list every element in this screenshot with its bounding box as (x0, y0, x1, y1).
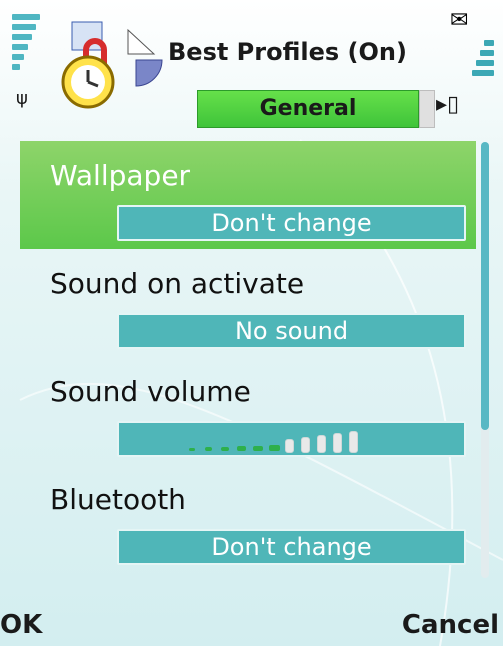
volume-level-dot (237, 446, 246, 451)
setting-bluetooth[interactable]: Bluetooth Don't change (20, 465, 476, 573)
antenna-icon: ψ (16, 88, 28, 109)
signal-strength-icon (12, 14, 44, 74)
setting-value: Don't change (211, 533, 372, 561)
profile-tab-active[interactable]: General (197, 90, 419, 128)
app-title: Best Profiles (On) (168, 38, 407, 66)
volume-empty-bar (301, 437, 310, 453)
setting-label: Sound on activate (50, 267, 305, 300)
setting-value-box[interactable]: Don't change (117, 529, 466, 565)
tab-right-arrow-icon[interactable]: ▸▯ (436, 92, 459, 117)
scrollbar-thumb[interactable] (481, 142, 489, 430)
volume-empty-bar (349, 431, 358, 453)
volume-empty-bar (285, 439, 294, 453)
volume-level-dot (221, 447, 229, 451)
setting-label: Sound volume (50, 375, 251, 408)
settings-list: Wallpaper Don't change Sound on activate… (20, 141, 476, 573)
volume-level-dot (253, 446, 263, 451)
setting-sound-on-activate[interactable]: Sound on activate No sound (20, 249, 476, 357)
setting-sound-volume[interactable]: Sound volume (20, 357, 476, 465)
best-profiles-clock-icon (61, 21, 163, 109)
softkey-bar: OK Cancel (0, 610, 503, 646)
envelope-icon: ✉ (450, 8, 469, 33)
cancel-softkey[interactable]: Cancel (402, 610, 499, 640)
volume-level-dot (269, 445, 280, 451)
profile-tab-label: General (259, 96, 357, 121)
volume-level-dot (189, 448, 195, 451)
setting-label: Wallpaper (50, 159, 191, 192)
next-tab-edge[interactable] (419, 90, 435, 128)
ok-softkey[interactable]: OK (0, 610, 42, 640)
setting-value: No sound (234, 317, 349, 345)
setting-value-box[interactable]: No sound (117, 313, 466, 349)
volume-level-dot (205, 447, 212, 451)
setting-value: Don't change (211, 209, 372, 237)
volume-empty-bar (317, 435, 326, 453)
volume-empty-bar (333, 433, 342, 453)
volume-slider[interactable] (117, 421, 466, 457)
setting-value-box[interactable]: Don't change (117, 205, 466, 241)
screen: ψ Best Profiles (On) ✉ General ▸▯ Wallpa… (0, 0, 503, 646)
setting-wallpaper[interactable]: Wallpaper Don't change (20, 141, 476, 249)
battery-level-icon (470, 40, 494, 80)
setting-label: Bluetooth (50, 483, 186, 516)
